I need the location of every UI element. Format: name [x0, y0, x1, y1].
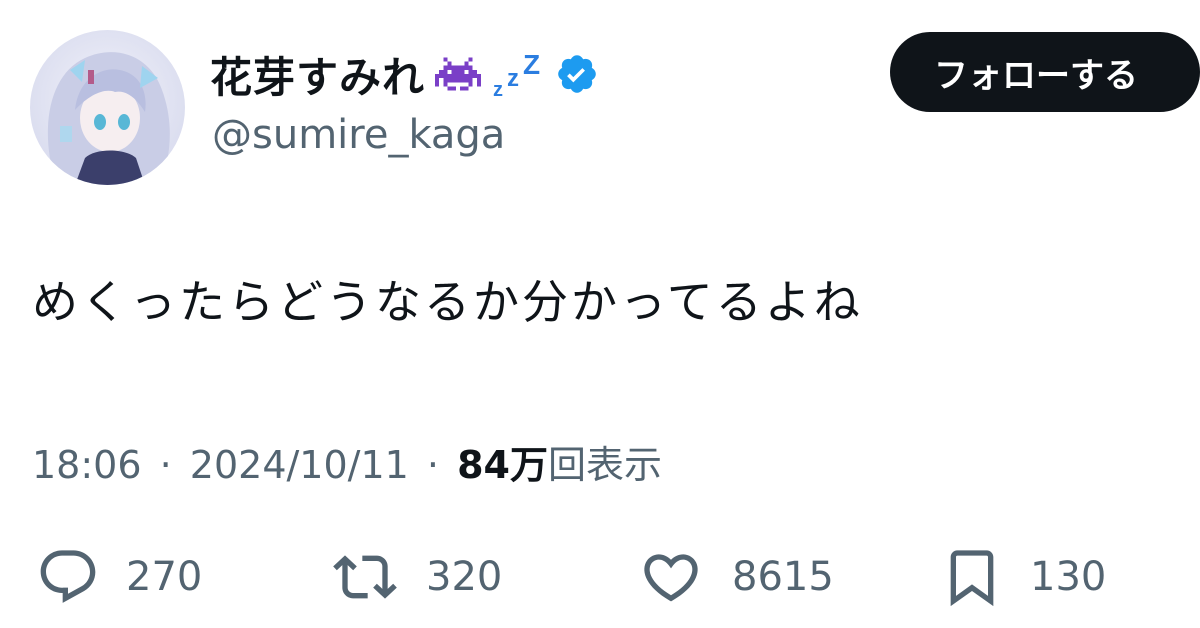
avatar[interactable] — [30, 30, 185, 185]
svg-text:Z: Z — [523, 49, 540, 80]
tweet-time[interactable]: 18:06 — [32, 443, 142, 487]
tweet-date[interactable]: 2024/10/11 — [190, 443, 409, 487]
retweet-icon — [333, 555, 397, 599]
tweet-action-bar: 270 320 8615 130 — [0, 542, 1200, 612]
like-count: 8615 — [732, 554, 834, 600]
svg-text:z: z — [507, 65, 519, 92]
author-display-name[interactable]: 花芽すみれ — [210, 44, 425, 105]
reply-button[interactable]: 270 — [36, 542, 202, 612]
follow-button[interactable]: フォローする — [890, 32, 1200, 112]
views-label[interactable]: 回表示 — [548, 443, 662, 487]
reply-icon — [40, 550, 96, 603]
bookmark-icon — [950, 550, 994, 607]
reply-count: 270 — [126, 554, 203, 600]
like-button[interactable]: 8615 — [636, 542, 834, 612]
purple-space-invader-icon — [435, 54, 482, 94]
bookmark-button[interactable]: 130 — [940, 542, 1106, 612]
bookmark-count: 130 — [1030, 554, 1107, 600]
author-name-row: 花芽すみれ z z Z — [210, 44, 599, 104]
verified-badge-icon[interactable] — [555, 52, 599, 96]
meta-separator: · — [426, 443, 440, 487]
heart-icon — [644, 554, 698, 602]
tweet-meta: 18:06 · 2024/10/11 · 84万回表示 — [32, 434, 662, 489]
retweet-button[interactable]: 320 — [330, 542, 502, 612]
tweet-text: めくったらどうなるか分かってるよね — [32, 275, 863, 329]
retweet-count: 320 — [426, 554, 503, 600]
svg-text:z: z — [493, 79, 503, 100]
author-handle[interactable]: @sumire_kaga — [212, 112, 505, 158]
zzz-sleep-icon: z z Z — [491, 48, 545, 100]
avatar-illustration — [30, 30, 185, 185]
views-count[interactable]: 84万 — [457, 443, 548, 487]
meta-separator: · — [159, 443, 172, 487]
